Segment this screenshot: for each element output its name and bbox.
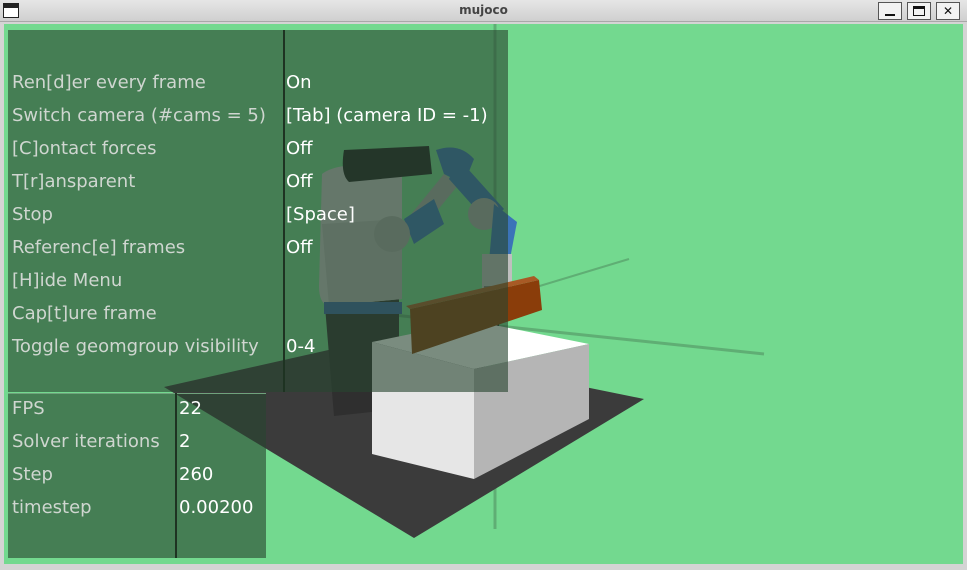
- menu-value-stop: [Space]: [286, 204, 355, 225]
- menu-value-camera: [Tab] (camera ID = -1): [286, 105, 488, 126]
- menu-label-stop[interactable]: Stop: [12, 204, 53, 228]
- menu-label-contact-forces[interactable]: [C]ontact forces: [12, 138, 157, 162]
- simulation-viewport[interactable]: Ren[d]er every frame On Switch camera (#…: [4, 24, 963, 564]
- minimize-icon: [885, 14, 895, 16]
- info-value-timestep: 0.00200: [179, 497, 254, 518]
- menu-value-transparent: Off: [286, 171, 313, 192]
- menu-label-hide-menu[interactable]: [H]ide Menu: [12, 270, 122, 294]
- info-value-fps: 22: [179, 398, 202, 419]
- menu-label-render[interactable]: Ren[d]er every frame: [12, 72, 206, 96]
- menu-label-geomgroup[interactable]: Toggle geomgroup visibility: [12, 336, 259, 360]
- info-value-solver-iterations: 2: [179, 431, 191, 452]
- menu-value-geomgroup: 0-4: [286, 336, 316, 357]
- menu-label-camera[interactable]: Switch camera (#cams = 5): [12, 105, 266, 129]
- info-divider: [175, 393, 177, 558]
- info-label-fps: FPS: [12, 398, 45, 419]
- menu-value-contact-forces: Off: [286, 138, 313, 159]
- info-value-step: 260: [179, 464, 214, 485]
- menu-label-transparent[interactable]: T[r]ansparent: [12, 171, 135, 195]
- menu-label-reference-frames[interactable]: Referenc[e] frames: [12, 237, 185, 261]
- options-menu-panel: Ren[d]er every frame On Switch camera (#…: [8, 30, 508, 392]
- menu-value-reference-frames: Off: [286, 237, 313, 258]
- window-titlebar: mujoco ✕: [0, 0, 967, 22]
- info-label-solver-iterations: Solver iterations: [12, 431, 160, 452]
- close-button[interactable]: ✕: [936, 2, 960, 20]
- minimize-button[interactable]: [878, 2, 902, 20]
- menu-value-render: On: [286, 72, 312, 93]
- stats-info-panel: FPS 22 Solver iterations 2 Step 260 time…: [8, 393, 266, 558]
- info-label-timestep: timestep: [12, 497, 92, 518]
- info-label-step: Step: [12, 464, 53, 485]
- window-title: mujoco: [459, 3, 508, 17]
- menu-label-capture-frame[interactable]: Cap[t]ure frame: [12, 303, 157, 327]
- maximize-icon: [913, 6, 925, 16]
- close-icon: ✕: [942, 4, 954, 18]
- menu-divider: [283, 30, 285, 392]
- info-top-border: [8, 393, 266, 394]
- maximize-button[interactable]: [907, 2, 931, 20]
